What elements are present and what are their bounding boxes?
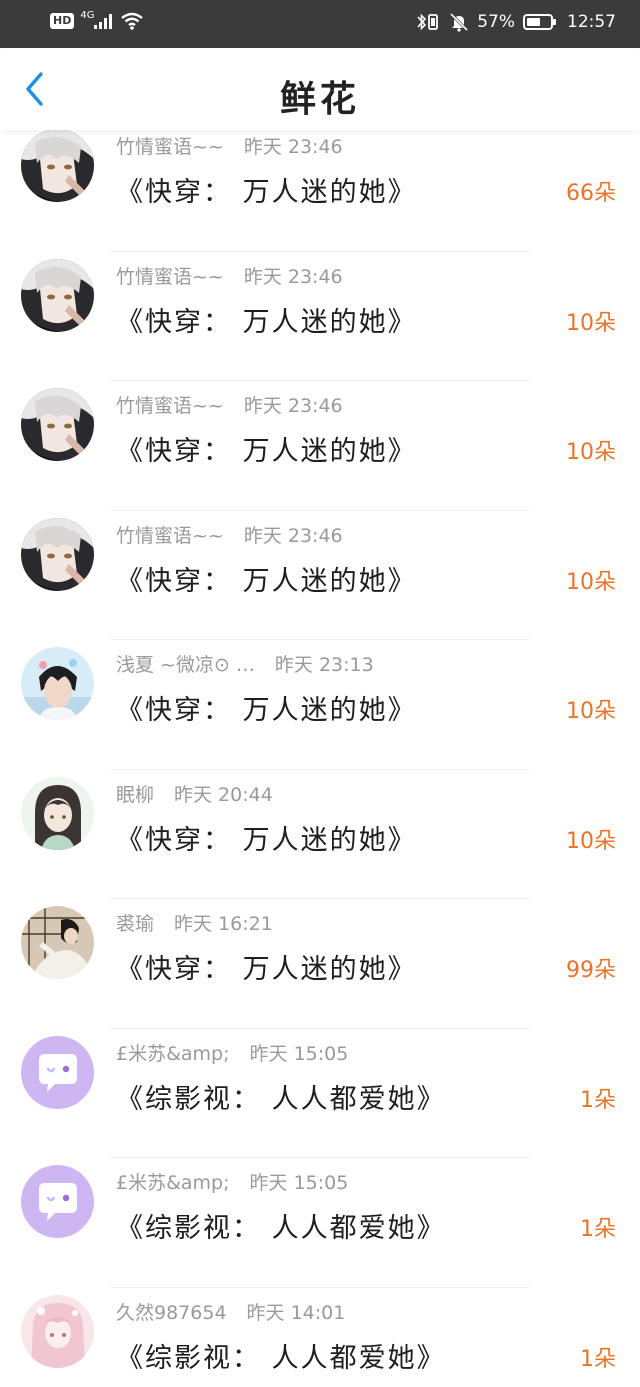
list-item[interactable]: 裘瑜 昨天 16:21 《快穿： 万人迷的她》 99朵: [0, 899, 640, 1029]
list-item[interactable]: 久然987654 昨天 14:01 《综影视： 人人都爱她》 1朵: [0, 1288, 640, 1387]
avatar-boy-photo[interactable]: [21, 647, 94, 720]
wifi-icon: [121, 12, 144, 30]
item-meta: 竹情蜜语~~ 昨天 23:46: [116, 132, 343, 159]
list-item[interactable]: £米苏&amp; 昨天 15:05 《综影视： 人人都爱她》 1朵: [0, 1029, 640, 1158]
avatar-anime-boy[interactable]: [21, 517, 94, 591]
timestamp: 昨天 20:44: [174, 783, 273, 806]
book-title: 《综影视： 人人都爱她》: [116, 1342, 446, 1374]
list-item[interactable]: 眠柳 昨天 20:44 《快穿： 万人迷的她》 10朵: [0, 770, 640, 899]
book-title: 《快穿： 万人迷的她》: [116, 436, 417, 467]
item-meta: 裘瑜 昨天 16:21: [116, 909, 273, 936]
avatar-default-chat[interactable]: [21, 1165, 94, 1238]
timestamp: 昨天 23:46: [243, 136, 343, 158]
status-bar: HD 4G 57% 12:57: [0, 0, 640, 48]
book-title: 《快穿： 万人迷的她》: [116, 695, 417, 726]
list-item[interactable]: 竹情蜜语~~ 昨天 23:46 《快穿： 万人迷的她》 10朵: [0, 381, 640, 511]
battery-fill: [527, 18, 540, 26]
username[interactable]: £米苏&amp;: [116, 1172, 230, 1194]
status-left: HD 4G: [50, 9, 144, 30]
username[interactable]: 浅夏 ~微凉⊙ …: [116, 654, 255, 676]
avatar-pink-girl[interactable]: [21, 1294, 94, 1368]
book-title: 《快穿： 万人迷的她》: [116, 565, 417, 597]
timestamp: 昨天 14:01: [246, 1301, 346, 1324]
mute-bell-icon: [450, 12, 469, 32]
book-title: 《快穿： 万人迷的她》: [116, 177, 417, 208]
item-meta: 竹情蜜语~~ 昨天 23:46: [116, 391, 343, 418]
username[interactable]: 竹情蜜语~~: [116, 395, 224, 417]
list-item[interactable]: 竹情蜜语~~ 昨天 23:46 《快穿： 万人迷的她》 10朵: [0, 252, 640, 381]
timestamp: 昨天 15:05: [249, 1172, 349, 1194]
book-title: 《综影视： 人人都爱她》: [116, 1213, 446, 1244]
username[interactable]: 竹情蜜语~~: [116, 266, 224, 288]
page-title: 鲜花: [279, 79, 360, 120]
battery-percent: 57%: [477, 12, 515, 32]
book-title: 《快穿： 万人迷的她》: [116, 824, 417, 856]
battery-icon: [523, 14, 556, 30]
timestamp: 昨天 23:46: [243, 524, 343, 547]
clock: 12:57: [567, 12, 616, 32]
flower-count: 10朵: [566, 440, 616, 465]
book-title: 《快穿： 万人迷的她》: [116, 954, 417, 985]
flower-count: 1朵: [580, 1217, 616, 1242]
flower-count: 66朵: [566, 181, 616, 206]
timestamp: 昨天 23:13: [274, 654, 374, 676]
avatar-default-chat[interactable]: [21, 1035, 94, 1109]
flower-count: 10朵: [566, 310, 616, 336]
username[interactable]: 久然987654: [116, 1302, 227, 1324]
flower-count: 10朵: [566, 569, 616, 595]
timestamp: 昨天 16:21: [174, 913, 273, 935]
timestamp: 昨天 15:05: [249, 1042, 349, 1065]
list-item[interactable]: 竹情蜜语~~ 昨天 23:46 《快穿： 万人迷的她》 66朵: [0, 122, 640, 252]
status-right: 57% 12:57: [415, 12, 616, 32]
list-item[interactable]: 竹情蜜语~~ 昨天 23:46 《快穿： 万人迷的她》 10朵: [0, 511, 640, 640]
timestamp: 昨天 23:46: [243, 395, 343, 417]
item-meta: 眠柳 昨天 20:44: [116, 780, 273, 807]
username[interactable]: £米苏&amp;: [116, 1043, 230, 1065]
flower-count: 1朵: [580, 1346, 616, 1372]
flower-count: 1朵: [580, 1087, 616, 1113]
list-item[interactable]: £米苏&amp; 昨天 15:05 《综影视： 人人都爱她》 1朵: [0, 1158, 640, 1288]
avatar-anime-boy[interactable]: [21, 258, 94, 332]
avatar-anime-boy[interactable]: [21, 388, 94, 461]
username[interactable]: 眠柳: [116, 784, 154, 806]
username[interactable]: 竹情蜜语~~: [116, 525, 224, 547]
signal-icon: [94, 14, 113, 29]
item-meta: £米苏&amp; 昨天 15:05: [116, 1039, 348, 1066]
timestamp: 昨天 23:46: [243, 265, 343, 288]
item-meta: 竹情蜜语~~ 昨天 23:46: [116, 262, 343, 289]
item-meta: 久然987654 昨天 14:01: [116, 1298, 345, 1325]
book-title: 《快穿： 万人迷的她》: [116, 306, 417, 338]
avatar-costume-photo[interactable]: [21, 906, 94, 979]
item-meta: £米苏&amp; 昨天 15:05: [116, 1168, 348, 1195]
flower-count: 10朵: [566, 699, 616, 724]
avatar-anime-boy[interactable]: [21, 129, 94, 202]
username[interactable]: 竹情蜜语~~: [116, 136, 224, 158]
avatar-girl-illustration[interactable]: [21, 776, 94, 850]
bluetooth-vibrate-icon: [417, 13, 439, 31]
flower-count: 10朵: [566, 828, 616, 854]
item-meta: 浅夏 ~微凉⊙ … 昨天 23:13: [116, 650, 374, 677]
book-title: 《综影视： 人人都爱她》: [116, 1083, 446, 1115]
item-meta: 竹情蜜语~~ 昨天 23:46: [116, 521, 343, 548]
username[interactable]: 裘瑜: [116, 913, 154, 935]
hd-badge: HD: [50, 13, 75, 29]
list-item[interactable]: 浅夏 ~微凉⊙ … 昨天 23:13 《快穿： 万人迷的她》 10朵: [0, 640, 640, 770]
network-type: 4G: [80, 9, 95, 21]
flower-gift-list: 竹情蜜语~~ 昨天 23:46 《快穿： 万人迷的她》 66朵 竹情蜜语~~ 昨天 23:…: [0, 122, 640, 1387]
page-header: 鲜花: [0, 48, 640, 130]
flower-count: 99朵: [566, 958, 616, 983]
app-screen: HD 4G 57% 12:57 鲜花 竹情蜜语~~ 昨天 23:46 《快穿： …: [0, 0, 640, 1387]
